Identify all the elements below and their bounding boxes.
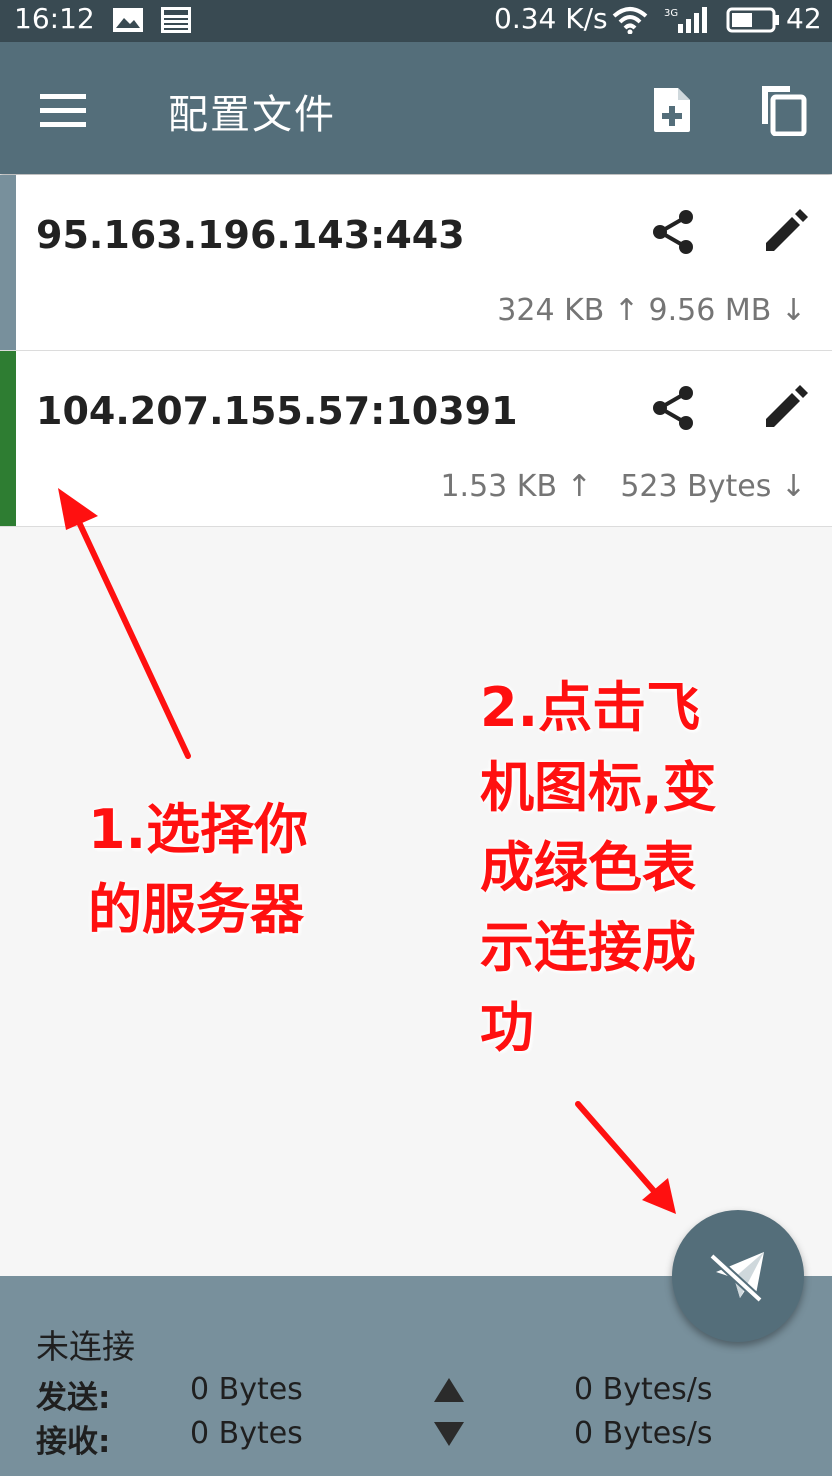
connection-state: 未连接 [36, 1327, 135, 1366]
annotation-line: 示连接成 [480, 916, 696, 979]
send-total: 0 Bytes [190, 1372, 303, 1407]
annotation-line: 1.选择你 [88, 798, 309, 861]
annotation-step1: 1.选择你 的服务器 [88, 790, 308, 950]
send-label: 发送: [36, 1380, 111, 1416]
arrow-to-server [58, 488, 191, 759]
annotation-line: 功 [480, 996, 534, 1059]
annotation-line: 成绿色表 [480, 836, 696, 899]
arrow-to-fab [575, 1101, 676, 1214]
receive-rate: 0 Bytes/s [574, 1416, 713, 1451]
annotation-line: 的服务器 [88, 878, 304, 941]
airplane-off-icon [709, 1252, 764, 1303]
annotation-line: 2.点击飞 [480, 676, 701, 739]
receive-total: 0 Bytes [190, 1416, 303, 1451]
annotation-step2: 2.点击飞 机图标,变 成绿色表 示连接成 功 [480, 668, 717, 1068]
connect-button[interactable] [672, 1210, 804, 1342]
download-arrow-icon [434, 1422, 464, 1446]
annotation-line: 机图标,变 [480, 756, 717, 819]
upload-arrow-icon [434, 1378, 464, 1402]
receive-label: 接收: [36, 1424, 111, 1460]
send-rate: 0 Bytes/s [574, 1372, 713, 1407]
